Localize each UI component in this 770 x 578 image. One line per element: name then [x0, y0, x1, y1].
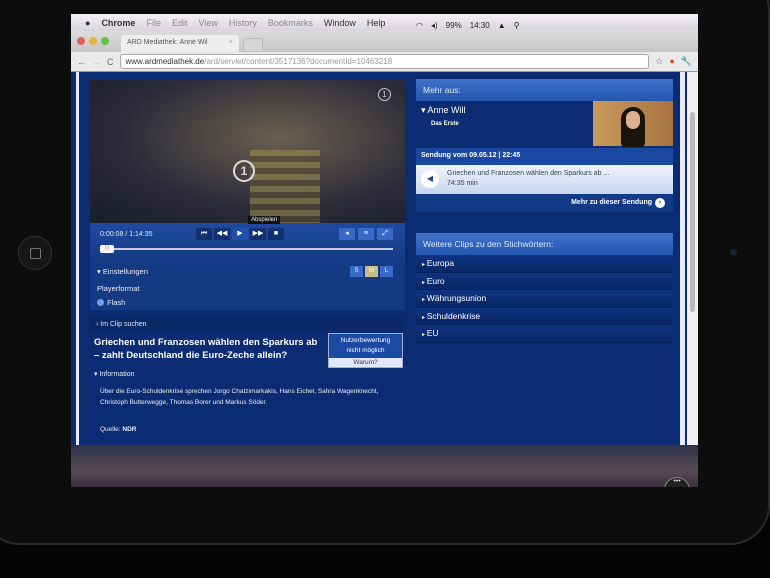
show-name: Anne Will	[427, 105, 466, 115]
tab-bar: ARD Mediathek: Anne Wil ×	[71, 31, 698, 52]
user-icon[interactable]: ▲	[498, 21, 506, 30]
wifi-icon[interactable]: ◠	[416, 21, 423, 30]
apple-menu-icon[interactable]: ●	[85, 18, 90, 28]
play-tooltip: Abspielen	[248, 216, 281, 224]
more-from-header: Mehr aus:	[416, 79, 673, 101]
menu-file[interactable]: File	[146, 18, 161, 28]
information-section: ▾ Information Über die Euro-Schuldenkris…	[90, 370, 405, 435]
dock-handle-icon[interactable]: •••	[664, 477, 690, 487]
stop-icon[interactable]: ■	[268, 228, 284, 240]
forward-icon[interactable]: →	[92, 57, 101, 67]
menu-view[interactable]: View	[198, 18, 217, 28]
keyword-waehrungsunion[interactable]: Währungsunion	[416, 290, 673, 308]
ard-watermark-icon: 1	[378, 88, 391, 101]
screen: ● Chrome File Edit View History Bookmark…	[71, 14, 698, 487]
episode-title: Griechen und Franzosen wählen den Sparku…	[447, 170, 610, 177]
minimize-window-button[interactable]	[89, 37, 97, 45]
menu-window[interactable]: Window	[324, 18, 356, 28]
address-bar[interactable]: www.ardmediathek.de/ard/servlet/content/…	[119, 54, 650, 69]
menu-edit[interactable]: Edit	[172, 18, 188, 28]
clip-search-label: Im Clip suchen	[100, 321, 147, 328]
url-path: /ard/servlet/content/3517136?documentId=…	[204, 57, 393, 66]
close-window-button[interactable]	[77, 37, 85, 45]
toolbar: ← → C www.ardmediathek.de/ard/servlet/co…	[71, 52, 698, 72]
keyword-europa[interactable]: Europa	[416, 255, 673, 273]
desktop-background: •••	[71, 445, 698, 487]
seek-bar[interactable]	[100, 248, 393, 250]
menu-history[interactable]: History	[229, 18, 257, 28]
skip-start-icon[interactable]: ⏮	[196, 228, 212, 240]
menu-bookmarks[interactable]: Bookmarks	[268, 18, 313, 28]
camera	[730, 249, 737, 256]
player-column: 1 1 0:00:08 / 1:14:35 ⏮ ◀◀ ▶ ▶▶ ■ Abspie…	[90, 80, 405, 435]
information-text: Über die Euro-Schuldenkrise sprechen Jor…	[100, 388, 379, 406]
information-toggle[interactable]: ▾ Information	[94, 370, 401, 378]
play-icon[interactable]: ▶	[232, 228, 248, 240]
size-l-button[interactable]: L	[380, 266, 393, 277]
arrow-right-icon: ›	[655, 198, 665, 208]
keyword-schuldenkrise[interactable]: Schuldenkrise	[416, 307, 673, 325]
mac-menubar: ● Chrome File Edit View History Bookmark…	[71, 14, 698, 31]
source-value: NDR	[122, 426, 137, 433]
video-frame[interactable]: 1 1	[90, 80, 405, 223]
ard-logo-icon: 1	[233, 160, 255, 182]
broadcast-date: Sendung vom 09.05.12 | 22:45	[416, 148, 673, 165]
extension-icon[interactable]: ●	[669, 56, 674, 67]
size-s-button[interactable]: S	[350, 266, 363, 277]
clip-search-toggle[interactable]: › Im Clip suchen	[90, 318, 405, 330]
rating-box: Nutzerbewertung nicht möglich Warum?	[328, 333, 403, 368]
more-link[interactable]: Mehr zu dieser Sendung ›	[416, 194, 673, 212]
rating-label: Nutzerbewertung	[340, 337, 391, 344]
why-link[interactable]: Warum?	[329, 358, 402, 367]
host-photo	[593, 101, 673, 147]
fast-forward-icon[interactable]: ▶▶	[250, 228, 266, 240]
keyword-eu[interactable]: EU	[416, 325, 673, 343]
clock[interactable]: 14:30	[470, 21, 490, 30]
play-episode-icon[interactable]: ◀	[421, 170, 439, 188]
settings-sliders-icon[interactable]: ≡	[358, 228, 374, 240]
keyword-list: Europa Euro Währungsunion Schuldenkrise …	[416, 255, 673, 343]
sidebar: Mehr aus: ▾ Anne Will Das Erste Sendung …	[416, 79, 673, 343]
volume-button-icon[interactable]: ◂	[339, 228, 355, 240]
keywords-header: Weitere Clips zu den Stichwörtern:	[416, 233, 673, 255]
playerformat-label: Playerformat	[97, 284, 140, 293]
zoom-window-button[interactable]	[101, 37, 109, 45]
menu-help[interactable]: Help	[367, 18, 386, 28]
volume-icon[interactable]: ◂)	[431, 21, 438, 30]
settings-panel: ▾ Einstellungen Playerformat Flash SML	[90, 263, 405, 310]
seek-handle[interactable]: |||	[100, 245, 114, 253]
browser-tab[interactable]: ARD Mediathek: Anne Wil ×	[121, 35, 239, 52]
star-icon[interactable]: ☆	[655, 56, 663, 67]
tab-title: ARD Mediathek: Anne Wil	[127, 39, 208, 46]
information-label: Information	[99, 371, 135, 378]
settings-label: Einstellungen	[102, 267, 148, 276]
new-tab-button[interactable]	[243, 38, 263, 52]
time-display: 0:00:08 / 1:14:35	[100, 231, 153, 238]
back-icon[interactable]: ←	[77, 57, 86, 67]
fullscreen-icon[interactable]: ⤢	[377, 228, 393, 240]
source-label: Quelle:	[100, 426, 121, 433]
wrench-icon[interactable]: 🔧	[681, 56, 692, 67]
url-host: www.ardmediathek.de	[125, 57, 205, 66]
spotlight-icon[interactable]: ⚲	[514, 21, 520, 30]
episode-length: 74:35 min	[447, 180, 478, 187]
close-tab-icon[interactable]: ×	[229, 39, 233, 48]
more-link-label: Mehr zu dieser Sendung	[571, 199, 652, 206]
episode-item[interactable]: ◀ Griechen und Franzosen wählen den Spar…	[416, 165, 673, 194]
show-info[interactable]: ▾ Anne Will Das Erste	[416, 101, 673, 148]
home-button[interactable]	[18, 236, 52, 270]
rewind-icon[interactable]: ◀◀	[214, 228, 230, 240]
flash-radio[interactable]: Flash	[97, 298, 398, 307]
menu-chrome[interactable]: Chrome	[101, 18, 135, 28]
keyword-euro[interactable]: Euro	[416, 272, 673, 290]
scrollbar[interactable]	[687, 72, 698, 445]
flash-label: Flash	[107, 298, 126, 307]
size-m-button[interactable]: M	[365, 266, 378, 277]
player-controls: 0:00:08 / 1:14:35 ⏮ ◀◀ ▶ ▶▶ ■ Abspielen …	[90, 216, 405, 263]
clip-title: Griechen und Franzosen wählen den Sparku…	[94, 337, 318, 361]
rating-status: nicht möglich	[346, 347, 385, 354]
reload-icon[interactable]: C	[107, 57, 114, 67]
battery-status[interactable]: 99%	[446, 21, 462, 30]
webpage: 1 1 0:00:08 / 1:14:35 ⏮ ◀◀ ▶ ▶▶ ■ Abspie…	[71, 72, 698, 445]
